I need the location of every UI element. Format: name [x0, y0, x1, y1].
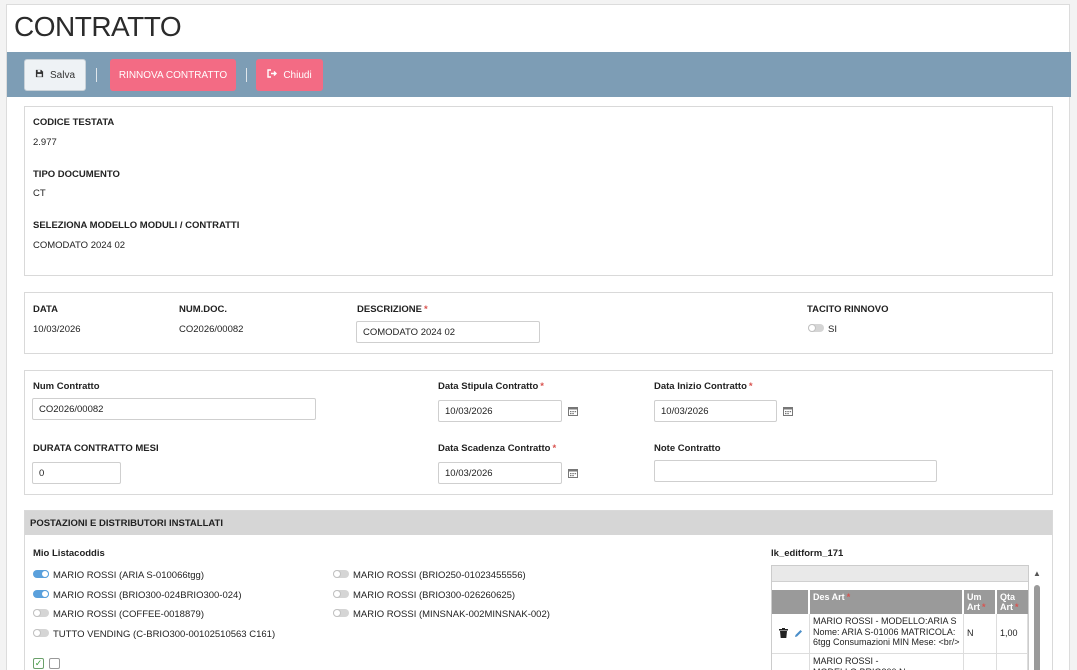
scroll-up-icon[interactable]: ▲	[1032, 569, 1042, 578]
durata-contratto-label: DURATA CONTRATTO MESI	[33, 443, 159, 454]
num-contratto-label: Num Contratto	[33, 381, 100, 392]
data-scadenza-input[interactable]: 10/03/2026	[438, 462, 562, 484]
grid-header-des-art-text: Des Art	[813, 592, 845, 602]
tipo-documento-label: TIPO DOCUMENTO	[33, 169, 120, 180]
page-frame: CONTRATTO Salva RINNOVA CONTRATTO Chiudi…	[6, 4, 1071, 670]
num-doc-label: NUM.DOC.	[179, 304, 228, 315]
table-row-des-art[interactable]: MARIO ROSSI - MODELLO:ARIA S Nome: ARIA …	[810, 614, 964, 654]
required-mark: *	[552, 443, 557, 454]
pencil-icon[interactable]	[794, 629, 803, 641]
save-button[interactable]: Salva	[24, 59, 86, 91]
grid-scrollbar[interactable]: ▲	[1032, 569, 1042, 670]
note-contratto-input[interactable]	[654, 460, 937, 482]
save-button-label: Salva	[49, 69, 75, 81]
descrizione-label-text: DESCRIZIONE	[357, 304, 422, 315]
table-row-qta-art[interactable]: 1,00	[997, 614, 1028, 654]
distributor-toggle[interactable]	[33, 570, 49, 578]
grid-header-actions	[772, 590, 808, 614]
table-row-actions	[772, 654, 810, 670]
calendar-icon[interactable]	[568, 406, 578, 416]
toolbar-divider	[96, 68, 97, 82]
modello-label: SELEZIONA MODELLO MODULI / CONTRATTI	[33, 220, 240, 231]
data-label: DATA	[33, 304, 58, 315]
codice-testata-value: 2.977	[33, 137, 57, 148]
grid-header-um-art[interactable]: Um Art *	[964, 590, 995, 614]
distributor-item: MARIO ROSSI (MINSNAK-002MINSNAK-002)	[353, 609, 550, 620]
sign-out-icon	[267, 69, 278, 81]
data-scadenza-label: Data Scadenza Contratto *	[438, 443, 556, 454]
required-mark: *	[540, 381, 544, 392]
required-mark: *	[846, 592, 851, 602]
distributor-item: MARIO ROSSI (ARIA S-010066tgg)	[53, 570, 205, 581]
distributor-toggle[interactable]	[333, 609, 349, 617]
table-row-um-art[interactable]: N	[964, 614, 997, 654]
articles-grid: Des Art * Um Art * Qta Art * MARIO ROSSI - …	[771, 565, 1029, 670]
tacito-rinnovo-toggle[interactable]	[808, 324, 824, 332]
data-stipula-label-text: Data Stipula Contratto	[438, 381, 539, 392]
table-row-actions	[772, 614, 810, 654]
required-mark: *	[423, 304, 428, 315]
table-row-des-art[interactable]: MARIO ROSSI - MODELLO:BRIO300 Nome:	[810, 654, 964, 670]
table-row-qta-art[interactable]	[997, 654, 1028, 670]
select-all-checkbox[interactable]: ✓	[33, 658, 44, 669]
required-mark: *	[748, 381, 753, 392]
data-stipula-label: Data Stipula Contratto *	[438, 381, 544, 392]
scrollbar-thumb[interactable]	[1034, 585, 1040, 670]
grid-header-um-art-text: Um Art	[967, 592, 982, 612]
trash-icon[interactable]	[779, 628, 788, 641]
document-panel: DATA 10/03/2026 NUM.DOC. CO2026/00082 DE…	[24, 292, 1053, 354]
descrizione-label: DESCRIZIONE *	[357, 304, 428, 315]
data-value: 10/03/2026	[33, 324, 81, 335]
data-scadenza-label-text: Data Scadenza Contratto	[438, 443, 551, 454]
renew-contract-button[interactable]: RINNOVA CONTRATTO	[110, 59, 236, 91]
distributor-toggle[interactable]	[33, 590, 49, 598]
list-title: Mio Listacoddis	[33, 548, 105, 559]
distributor-toggle[interactable]	[33, 629, 49, 637]
num-contratto-input[interactable]: CO2026/00082	[32, 398, 316, 420]
installed-section-header: POSTAZIONI E DISTRIBUTORI INSTALLATI	[25, 511, 1052, 535]
deselect-all-checkbox[interactable]	[49, 658, 60, 669]
close-button-label: Chiudi	[283, 69, 312, 81]
calendar-icon[interactable]	[568, 468, 578, 478]
data-inizio-input[interactable]: 10/03/2026	[654, 400, 777, 422]
tipo-documento-value: CT	[33, 188, 46, 199]
renew-contract-button-label: RINNOVA CONTRATTO	[118, 69, 228, 81]
distributor-item: TUTTO VENDING (C-BRIO300-00102510563 C16…	[53, 629, 276, 640]
data-stipula-input[interactable]: 10/03/2026	[438, 400, 562, 422]
data-inizio-label-text: Data Inizio Contratto	[654, 381, 747, 392]
close-button[interactable]: Chiudi	[256, 59, 323, 91]
distributor-item: MARIO ROSSI (BRIO300-024BRIO300-024)	[53, 590, 242, 601]
tacito-rinnovo-label: TACITO RINNOVO	[807, 304, 889, 315]
grid-header-des-art[interactable]: Des Art *	[810, 590, 962, 614]
grid-toolbar	[772, 566, 1028, 582]
required-mark: *	[1015, 602, 1019, 612]
distributor-item: MARIO ROSSI (COFFEE-0018879)	[53, 609, 204, 620]
form-title: lk_editform_171	[771, 548, 844, 559]
num-doc-value: CO2026/00082	[179, 324, 244, 335]
modello-value: COMODATO 2024 02	[33, 240, 126, 251]
note-contratto-label: Note Contratto	[654, 443, 721, 454]
distributor-toggle[interactable]	[33, 609, 49, 617]
toolbar-divider	[246, 68, 247, 82]
calendar-icon[interactable]	[783, 406, 793, 416]
contract-panel: Num Contratto CO2026/00082 Data Stipula …	[24, 370, 1053, 495]
tacito-rinnovo-option: SI	[828, 324, 837, 335]
toolbar: Salva RINNOVA CONTRATTO Chiudi	[7, 52, 1071, 97]
floppy-disk-icon	[35, 69, 44, 81]
descrizione-input[interactable]: COMODATO 2024 02	[356, 321, 540, 343]
distributor-toggle[interactable]	[333, 570, 349, 578]
table-row-um-art[interactable]	[964, 654, 997, 670]
installed-panel: POSTAZIONI E DISTRIBUTORI INSTALLATI Mio…	[24, 510, 1053, 670]
distributor-toggle[interactable]	[333, 590, 349, 598]
distributor-item: MARIO ROSSI (BRIO250-01023455556)	[353, 570, 526, 581]
codice-testata-label: CODICE TESTATA	[33, 117, 115, 128]
data-inizio-label: Data Inizio Contratto *	[654, 381, 753, 392]
durata-contratto-input[interactable]: 0	[32, 462, 121, 484]
header-panel: CODICE TESTATA 2.977 TIPO DOCUMENTO CT S…	[24, 106, 1053, 276]
page-title: CONTRATTO	[14, 11, 182, 42]
grid-header-qta-art[interactable]: Qta Art *	[997, 590, 1028, 614]
required-mark: *	[982, 602, 986, 612]
distributor-item: MARIO ROSSI (BRIO300-026260625)	[353, 590, 516, 601]
grid-header-qta-art-text: Qta Art	[1000, 592, 1016, 612]
